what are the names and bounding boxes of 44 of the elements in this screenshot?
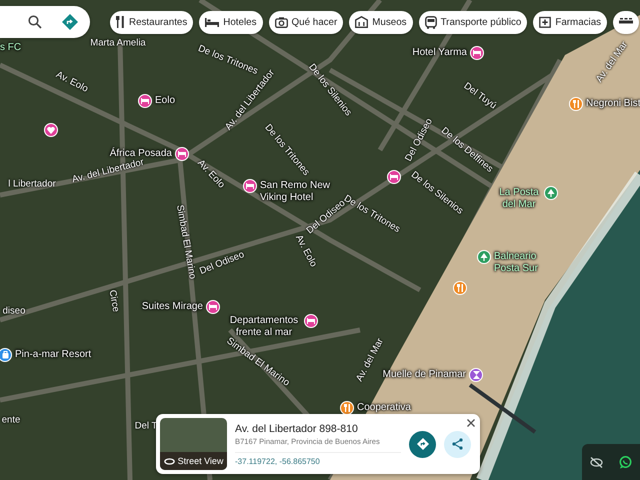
category-chip[interactable]: Qué hacer bbox=[268, 10, 344, 34]
bag-marker-icon[interactable] bbox=[0, 348, 12, 362]
street-label: l Libertador bbox=[8, 178, 56, 190]
chat-bubble-icon[interactable] bbox=[619, 456, 632, 468]
category-chip[interactable]: Farmacias bbox=[533, 10, 608, 34]
search-icon[interactable] bbox=[28, 15, 42, 29]
category-chip[interactable]: Museos bbox=[349, 10, 413, 34]
pharmacy-icon bbox=[539, 16, 552, 28]
directions-icon[interactable] bbox=[62, 14, 78, 30]
street-label: Av. Eolo bbox=[293, 233, 319, 269]
place-label[interactable]: s FC bbox=[0, 42, 22, 54]
place-label[interactable]: Departamentos frente al mar bbox=[227, 315, 301, 339]
category-chip[interactable]: Restaurantes bbox=[110, 10, 194, 34]
street-label: ente bbox=[2, 414, 20, 426]
place-coordinates: -37.119722, -56.865750 bbox=[235, 456, 321, 466]
museum-icon bbox=[355, 16, 368, 28]
street-label: Simbad El Marino bbox=[174, 204, 198, 280]
place-title: Av. del Libertador 898-810 bbox=[235, 422, 359, 434]
place-label[interactable]: Hotel Yarma bbox=[412, 47, 467, 59]
search-bar[interactable] bbox=[0, 6, 90, 38]
place-label[interactable]: San Remo New Viking Hotel bbox=[260, 180, 334, 204]
street-label: Av. Eolo bbox=[54, 69, 90, 95]
category-chip[interactable]: Hoteles bbox=[199, 10, 262, 34]
street-view-button[interactable]: Street View bbox=[160, 452, 227, 470]
street-label: Circe bbox=[106, 289, 122, 313]
street-label: Av. del Mar bbox=[594, 40, 630, 84]
share-button[interactable] bbox=[444, 430, 471, 458]
street-label: diseo bbox=[2, 306, 26, 316]
fork-knife-icon bbox=[116, 16, 125, 28]
close-icon[interactable] bbox=[467, 419, 475, 427]
category-chip[interactable]: Transporte público bbox=[418, 10, 528, 34]
eye-slash-icon[interactable] bbox=[590, 456, 603, 468]
place-label[interactable]: Suites Mirage bbox=[142, 301, 203, 313]
bus-icon bbox=[424, 16, 437, 28]
street-photo-placeholder[interactable]: Street View bbox=[160, 418, 227, 470]
place-label[interactable]: Pin-a-mar Resort bbox=[15, 349, 92, 361]
street-label: Del Odiseo bbox=[198, 249, 246, 277]
bed-icon bbox=[205, 18, 220, 26]
street-label: Marta Amelia bbox=[90, 38, 146, 48]
share-icon bbox=[452, 438, 463, 450]
directions-button[interactable] bbox=[409, 430, 436, 458]
directions-icon bbox=[416, 438, 428, 450]
camera-icon bbox=[274, 16, 288, 28]
place-label[interactable]: Eolo bbox=[155, 95, 176, 107]
